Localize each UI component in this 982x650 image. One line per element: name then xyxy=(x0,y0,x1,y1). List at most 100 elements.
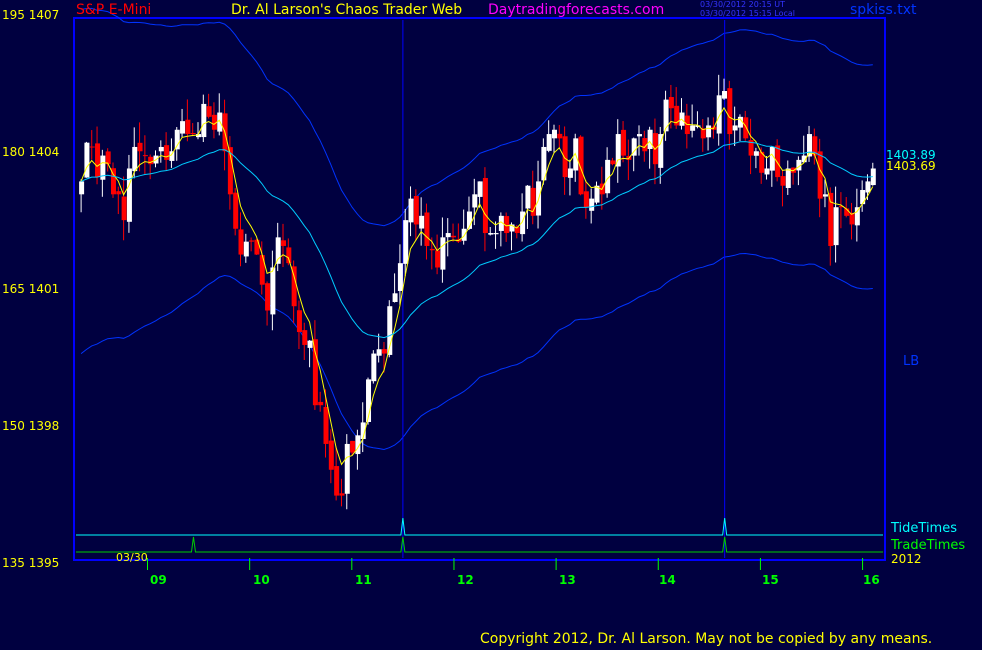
candle-body xyxy=(334,466,340,496)
candle-body xyxy=(185,119,191,135)
candle-body xyxy=(525,185,531,209)
slow-ma-line xyxy=(80,141,873,339)
candle-body xyxy=(79,181,85,195)
candle-body xyxy=(318,401,324,406)
candle-body xyxy=(488,233,494,235)
candle-body xyxy=(493,233,499,235)
candle-body xyxy=(727,88,733,135)
candles xyxy=(79,74,876,510)
candle-body xyxy=(132,146,138,172)
candle-body xyxy=(849,212,855,225)
candle-body xyxy=(249,240,255,242)
candle-body xyxy=(238,229,244,255)
candle-body xyxy=(732,125,738,131)
candle-body xyxy=(397,263,403,291)
candle-body xyxy=(477,181,483,197)
candle-body xyxy=(270,267,276,315)
x-tick-label: 10 xyxy=(253,573,270,587)
candle-body xyxy=(89,146,95,148)
candle-body xyxy=(201,103,207,138)
candle-body xyxy=(854,207,860,226)
candle-body xyxy=(769,146,775,171)
y-tick-label: 135 1395 xyxy=(2,556,60,570)
y-tick-label: 165 1401 xyxy=(2,282,60,296)
candle-body xyxy=(323,406,329,444)
candle-body xyxy=(658,134,664,168)
tide-times-line xyxy=(76,517,883,536)
candle-body xyxy=(722,91,728,99)
candle-body xyxy=(663,99,669,132)
candle-body xyxy=(621,129,627,156)
x-tick-label: 16 xyxy=(863,573,880,587)
candle-body xyxy=(743,117,749,139)
candle-body xyxy=(296,310,302,333)
candle-body xyxy=(350,440,356,453)
date-label: 03/30 xyxy=(116,551,148,564)
candle-body xyxy=(860,190,866,205)
candle-body xyxy=(328,440,334,470)
x-tick-label: 15 xyxy=(762,573,779,587)
candle-body xyxy=(158,146,164,152)
candle-body xyxy=(392,293,398,302)
candle-body xyxy=(546,134,552,151)
plot-frame xyxy=(73,17,886,561)
candle-body xyxy=(472,194,478,208)
candle-body xyxy=(381,349,387,354)
candle-body xyxy=(105,151,111,165)
candle-body xyxy=(833,207,839,246)
candle-body xyxy=(312,339,318,406)
band-lines xyxy=(80,7,873,451)
candle-body xyxy=(557,133,563,139)
candle-body xyxy=(589,198,595,211)
candle-body xyxy=(716,95,722,134)
timestamp-ut: 03/30/2012 20:15 UT xyxy=(700,0,785,9)
y-tick-label: 195 1407 xyxy=(2,8,60,22)
candle-body xyxy=(610,160,616,165)
candle-body xyxy=(451,235,457,238)
fast-ma-line xyxy=(80,106,874,466)
candle-body xyxy=(408,198,414,223)
candle-body xyxy=(583,191,589,208)
candle-body xyxy=(148,156,154,165)
candle-body xyxy=(647,129,653,149)
candle-body xyxy=(121,196,127,221)
candle-body xyxy=(95,143,101,178)
candle-body xyxy=(190,132,196,135)
candle-body xyxy=(344,443,350,494)
candle-body xyxy=(281,240,287,246)
y-tick-label: 150 1398 xyxy=(2,419,60,433)
trade-times-line xyxy=(76,536,883,553)
candle-body xyxy=(116,191,122,195)
lower-band-line xyxy=(80,252,873,451)
price-label-yellow: 1403.69 xyxy=(886,159,936,173)
candle-body xyxy=(828,192,834,246)
candle-body xyxy=(706,125,712,138)
candle-body xyxy=(142,155,148,157)
trade-times-legend: TradeTimes xyxy=(891,538,966,553)
candle-body xyxy=(637,134,643,137)
candle-body xyxy=(780,176,786,186)
candle-body xyxy=(445,233,451,238)
candle-body xyxy=(413,196,419,225)
candle-body xyxy=(785,168,791,188)
candle-body xyxy=(174,129,180,150)
candle-body xyxy=(764,168,770,175)
candle-body xyxy=(822,194,828,197)
candle-body xyxy=(551,129,557,139)
candle-body xyxy=(265,283,271,311)
site-title: Daytradingforecasts.com xyxy=(488,2,665,18)
symbol-title: S&P E-Mini xyxy=(76,2,152,18)
x-tick-label: 14 xyxy=(659,573,676,587)
timestamp-local: 03/30/2012 15:15 Local xyxy=(700,9,795,18)
file-name: spkiss.txt xyxy=(850,2,917,18)
chart-title: Dr. Al Larson's Chaos Trader Web xyxy=(231,2,463,18)
candle-body xyxy=(302,330,308,345)
candle-body xyxy=(180,121,186,134)
candle-body xyxy=(520,211,526,235)
copyright: Copyright 2012, Dr. Al Larson. May not b… xyxy=(480,631,933,647)
x-tick-label: 12 xyxy=(457,573,474,587)
y-tick-label: 180 1404 xyxy=(2,145,60,159)
candle-body xyxy=(817,151,823,199)
candle-body xyxy=(440,237,446,270)
candle-body xyxy=(403,220,409,264)
